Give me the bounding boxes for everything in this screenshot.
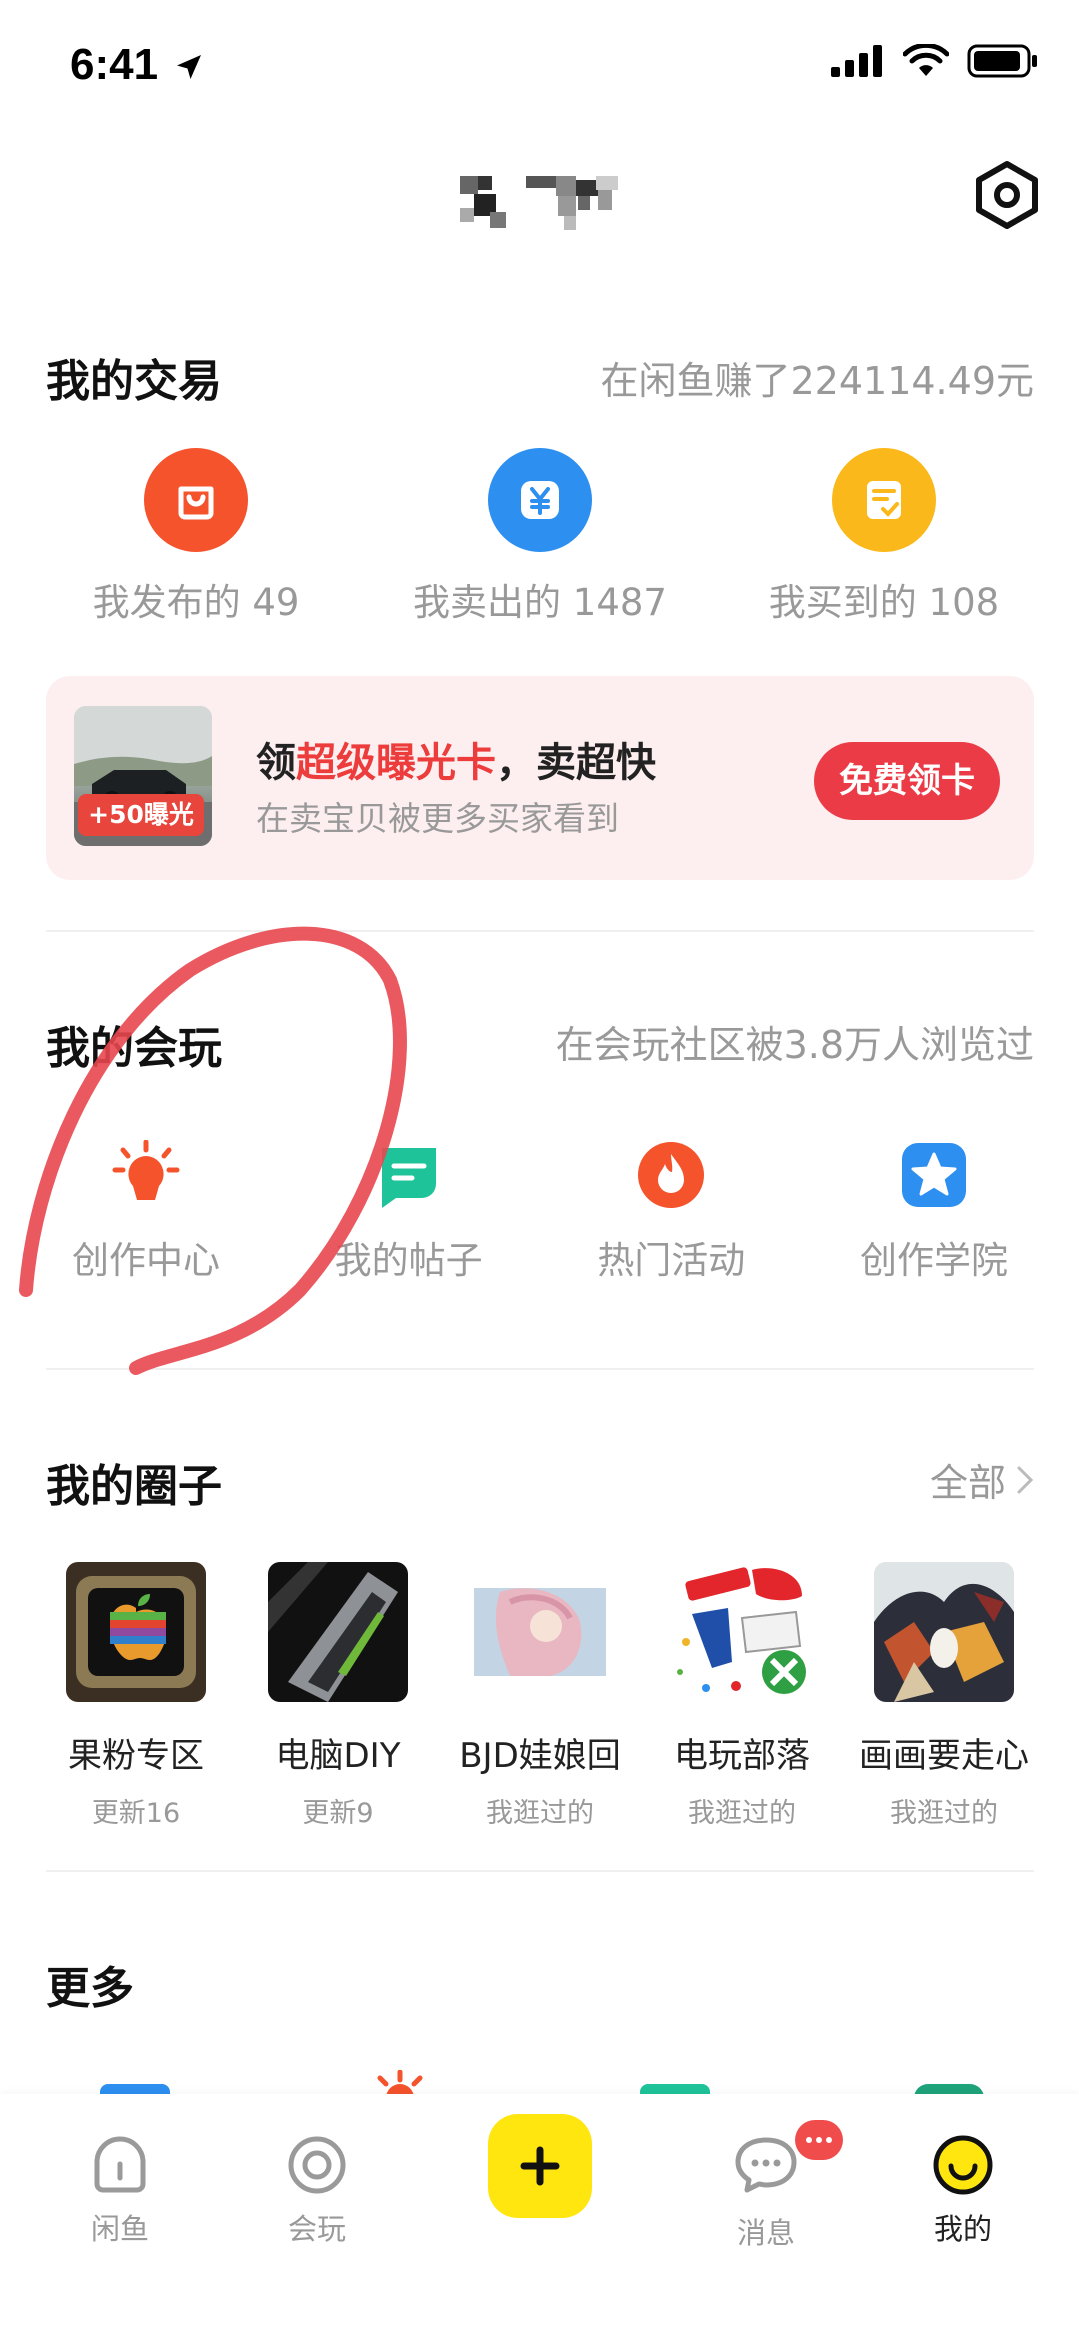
tab-mine-label: 我的: [933, 2212, 992, 2246]
circle-bjd[interactable]: BJD娃娘回 我逛过的: [450, 1562, 630, 1830]
trade-earnings: 在闲鱼赚了224114.49元: [600, 359, 1035, 403]
published-item[interactable]: 我发布的 49: [46, 448, 346, 626]
yen-icon: [488, 448, 592, 552]
hot-events-label: 热门活动: [597, 1239, 746, 1282]
home-icon: [94, 2136, 146, 2193]
creation-academy-label: 创作学院: [859, 1239, 1008, 1282]
status-icons: [831, 44, 1039, 78]
bottom-tab-bar: 闲鱼 会玩 消息 我的: [0, 2094, 1079, 2338]
creation-academy-item[interactable]: 创作学院: [834, 1140, 1034, 1284]
bought-item[interactable]: 我买到的 108: [734, 448, 1034, 626]
wifi-icon: [903, 44, 949, 76]
promo-title-highlight: 超级曝光卡: [296, 740, 496, 786]
bought-label: 我买到的 108: [768, 581, 1000, 624]
circle-name: 电玩部落: [674, 1736, 810, 1776]
circle-name: 画画要走心: [859, 1736, 1029, 1776]
circle-name: BJD娃娘回: [459, 1736, 621, 1776]
target-icon: [288, 2136, 346, 2194]
sold-item[interactable]: 我卖出的 1487: [390, 448, 690, 626]
claim-card-button[interactable]: 免费领卡: [814, 742, 1000, 820]
circle-note: 我逛过的: [486, 1798, 594, 1829]
published-label: 我发布的 49: [92, 581, 300, 624]
tab-play[interactable]: 会玩: [257, 2134, 377, 2248]
trade-section-title: 我的交易: [46, 356, 222, 407]
chevron-right-icon: [1017, 1466, 1034, 1493]
circle-bjd-image: [470, 1562, 610, 1702]
circle-apple-image: [66, 1562, 206, 1702]
creation-center-item[interactable]: 创作中心: [46, 1140, 246, 1284]
status-bar: 6:41: [0, 0, 1079, 120]
promo-car-image: +50曝光: [74, 706, 212, 846]
promo-title: 领超级曝光卡，卖超快: [256, 730, 656, 788]
flame-icon: [636, 1140, 706, 1210]
sold-label: 我卖出的 1487: [413, 581, 667, 624]
battery-icon: [967, 44, 1037, 78]
smiley-icon: [933, 2135, 993, 2195]
star-icon: [899, 1140, 969, 1210]
tab-home-label: 闲鱼: [90, 2212, 149, 2246]
circle-note: 我逛过的: [688, 1798, 796, 1829]
profile-header: [0, 120, 1079, 270]
promo-title-post: ，卖超快: [496, 740, 656, 786]
play-stats: 在会玩社区被3.8万人浏览过: [555, 1023, 1034, 1067]
play-section-title: 我的会玩: [46, 1023, 222, 1074]
receipt-check-icon: [832, 448, 936, 552]
trade-row: 我发布的 49 我卖出的 1487 我买到的 108: [46, 448, 1034, 626]
location-arrow-icon: [177, 55, 202, 80]
promo-badge: +50曝光: [78, 794, 204, 836]
circle-note: 更新9: [302, 1798, 374, 1829]
divider: [46, 930, 1034, 932]
circle-name: 电脑DIY: [275, 1736, 401, 1776]
divider: [46, 1368, 1034, 1370]
hot-events-item[interactable]: 热门活动: [571, 1140, 771, 1284]
circle-painting-image: [874, 1562, 1014, 1702]
circle-pc-diy[interactable]: 电脑DIY 更新9: [248, 1562, 428, 1830]
circles-section-title: 我的圈子: [46, 1461, 222, 1512]
circle-apple[interactable]: 果粉专区 更新16: [46, 1562, 226, 1830]
cellular-signal-icon: [831, 45, 882, 77]
shopping-bag-icon: [144, 448, 248, 552]
status-time: 6:41: [70, 40, 204, 90]
circle-gaming[interactable]: 电玩部落 我逛过的: [652, 1562, 832, 1830]
tab-messages[interactable]: 消息: [706, 2120, 843, 2252]
tab-play-label: 会玩: [287, 2212, 346, 2246]
plus-icon: [520, 2146, 560, 2186]
circle-pc-diy-image: [268, 1562, 408, 1702]
circle-note: 更新16: [91, 1798, 181, 1829]
divider: [46, 1870, 1034, 1872]
circle-gaming-image: [672, 1562, 812, 1702]
promo-subtitle: 在卖宝贝被更多买家看到: [256, 799, 619, 838]
promo-title-pre: 领: [256, 740, 296, 786]
settings-button[interactable]: [972, 160, 1042, 230]
play-row: 创作中心 我的帖子 热门活动 创作学院: [46, 1140, 1034, 1284]
more-section-title: 更多: [46, 1963, 134, 2014]
blurred-username: [460, 176, 618, 230]
tab-home[interactable]: 闲鱼: [60, 2134, 180, 2248]
circles-row: 果粉专区 更新16 电脑DIY 更新9 BJD娃娘回 我逛过的 电玩部落 我逛过…: [46, 1562, 1034, 1830]
note-icon: [374, 1140, 444, 1210]
unread-badge: [795, 2120, 843, 2160]
my-posts-label: 我的帖子: [334, 1239, 483, 1282]
exposure-card-banner[interactable]: +50曝光 领超级曝光卡，卖超快 在卖宝贝被更多买家看到 免费领卡: [46, 676, 1034, 880]
circle-note: 我逛过的: [890, 1798, 998, 1829]
tab-messages-label: 消息: [736, 2216, 795, 2250]
creation-center-label: 创作中心: [72, 1239, 220, 1282]
circles-all-link[interactable]: 全部: [930, 1452, 1034, 1507]
circles-all-label: 全部: [929, 1461, 1006, 1505]
circle-painting[interactable]: 画画要走心 我逛过的: [854, 1562, 1034, 1830]
chat-icon-wrap: [733, 2120, 843, 2200]
status-time-text: 6:41: [70, 40, 159, 89]
settings-hexagon-icon: [976, 161, 1038, 229]
post-button[interactable]: [488, 2114, 592, 2218]
chat-icon: [735, 2137, 797, 2193]
tab-mine[interactable]: 我的: [903, 2134, 1023, 2248]
circle-name: 果粉专区: [68, 1736, 204, 1776]
lightbulb-icon: [111, 1140, 181, 1210]
my-posts-item[interactable]: 我的帖子: [309, 1140, 509, 1284]
